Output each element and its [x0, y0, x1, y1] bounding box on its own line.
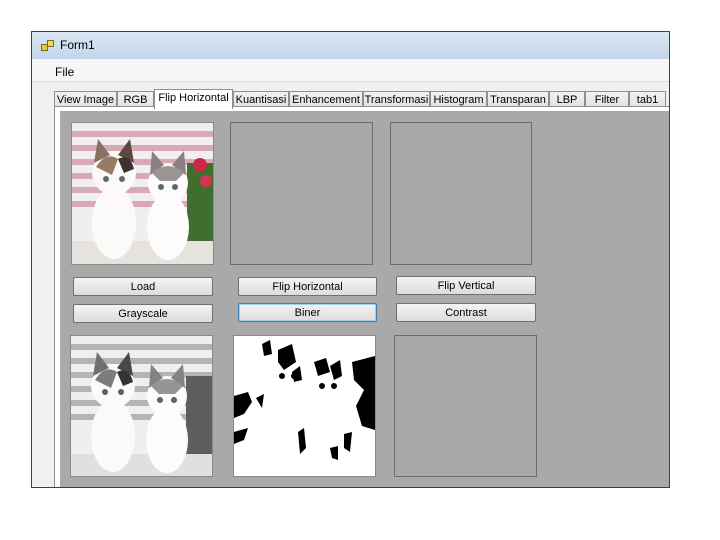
picturebox-flip-vertical-result: [390, 122, 532, 265]
menu-file[interactable]: File: [55, 65, 74, 79]
tab-lbp[interactable]: LBP: [549, 91, 585, 107]
kittens-binary-image: [234, 336, 375, 476]
tab-tab1[interactable]: tab1: [629, 91, 666, 107]
tab-histogram[interactable]: Histogram: [430, 91, 487, 107]
picturebox-biner: [233, 335, 376, 477]
flip-vertical-button[interactable]: Flip Vertical: [396, 276, 536, 295]
tab-kuantisasi[interactable]: Kuantisasi: [233, 91, 289, 107]
app-window: Form1 File View Image RGB Flip Horizonta…: [31, 31, 670, 488]
tab-enhancement[interactable]: Enhancement: [289, 91, 363, 107]
title-bar[interactable]: Form1: [32, 32, 669, 59]
biner-button[interactable]: Biner: [238, 303, 377, 322]
tab-transformasi[interactable]: Transformasi: [363, 91, 430, 107]
kittens-color-image: [72, 123, 213, 264]
load-button[interactable]: Load: [73, 277, 213, 296]
picturebox-original: [71, 122, 214, 265]
tab-rgb[interactable]: RGB: [117, 91, 154, 107]
tab-transparan[interactable]: Transparan: [487, 91, 549, 107]
content-area: Load Flip Horizontal Flip Vertical Grays…: [60, 111, 669, 487]
window-title: Form1: [60, 38, 95, 52]
tab-flip-horizontal[interactable]: Flip Horizontal: [154, 89, 233, 109]
tab-view-image[interactable]: View Image: [54, 91, 117, 107]
flip-horizontal-button[interactable]: Flip Horizontal: [238, 277, 377, 296]
picturebox-flip-horizontal-result: [230, 122, 373, 265]
menu-bar: File: [32, 59, 669, 82]
tab-filter[interactable]: Filter: [585, 91, 629, 107]
app-icon: [41, 40, 54, 51]
kittens-grayscale-image: [71, 336, 212, 476]
tab-panel-flip-horizontal: Load Flip Horizontal Flip Vertical Grays…: [54, 106, 669, 487]
contrast-button[interactable]: Contrast: [396, 303, 536, 322]
grayscale-button[interactable]: Grayscale: [73, 304, 213, 323]
picturebox-contrast-result: [394, 335, 537, 477]
picturebox-grayscale: [70, 335, 213, 477]
